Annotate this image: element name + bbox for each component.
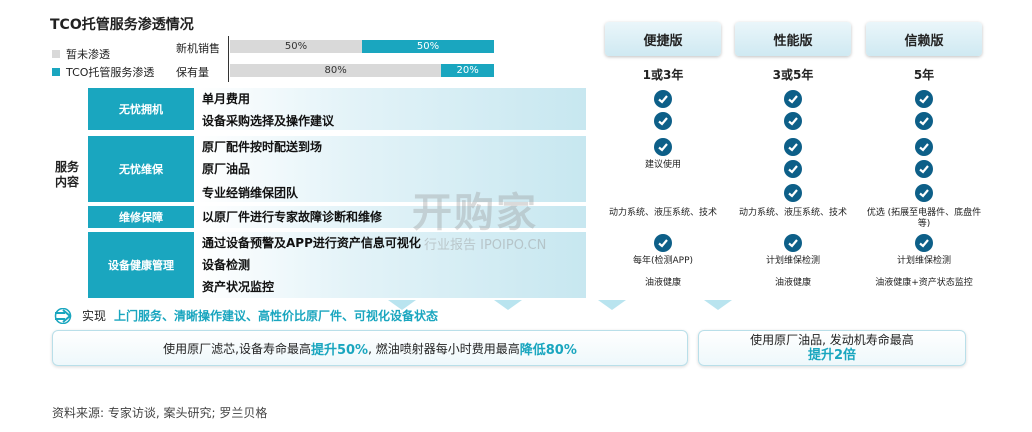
box-text: 使用原厂滤芯,设备寿命最高	[163, 341, 311, 356]
bar-category-label: 保有量	[176, 66, 209, 79]
row-label: 通过设备预警及APP进行资产信息可视化	[202, 235, 421, 250]
bar-category-label: 新机销售	[176, 42, 220, 55]
watermark-sub: 行业报告 IPOIPO.CN	[424, 238, 547, 253]
check-icon	[915, 90, 933, 108]
row-label: 资产状况监控	[202, 279, 275, 294]
realize-prefix: 实现	[82, 309, 107, 323]
tier-header: 便捷版	[605, 22, 721, 56]
check-icon	[654, 138, 672, 156]
check-icon	[784, 112, 802, 130]
check-icon	[784, 138, 802, 156]
box-highlight: 提升2倍	[807, 348, 857, 363]
bar-axis	[228, 36, 229, 82]
tier-header: 信赖版	[866, 22, 982, 56]
tier-term: 5年	[913, 68, 935, 82]
row-label: 单月费用	[202, 91, 251, 106]
box-text: 使用原厂油品, 发动机寿命最高	[750, 333, 914, 347]
check-icon	[915, 184, 933, 202]
tier-header: 性能版	[735, 22, 851, 56]
check-icon	[784, 160, 802, 178]
cell-text: 油液健康	[644, 278, 681, 288]
check-icon	[915, 138, 933, 156]
row-label: 原厂配件按时配送到场	[202, 139, 323, 154]
benefit-box-oil: 使用原厂油品, 发动机寿命最高 提升2倍	[698, 330, 966, 366]
category-cell: 设备健康管理	[88, 232, 194, 298]
row-label: 专业经销维保团队	[202, 185, 299, 200]
bar-segment: 20%	[441, 64, 494, 77]
bar-segment: 50%	[230, 40, 362, 53]
check-icon	[654, 90, 672, 108]
check-icon	[915, 112, 933, 130]
check-icon	[915, 234, 933, 252]
benefit-box-filter: 使用原厂滤芯,设备寿命最高 提升50% , 燃油喷射器每小时费用最高 降低80%	[52, 330, 688, 366]
box-text: , 燃油喷射器每小时费用最高	[368, 341, 520, 356]
legend-swatch-teal	[52, 68, 60, 76]
section-label: 服务内容	[54, 160, 79, 189]
tier-term: 1或3年	[642, 68, 684, 82]
bar-segment: 50%	[362, 40, 494, 53]
chart-title: TCO托管服务渗透情况	[50, 17, 194, 33]
tier-term: 3或5年	[772, 68, 814, 82]
cell-text: 计划维保检测	[896, 256, 951, 266]
category-cell: 无忧维保	[88, 136, 194, 202]
double-arrow-icon	[54, 307, 72, 324]
row-label: 以原厂件进行专家故障诊断和维修	[202, 209, 383, 224]
legend-label: 暂未渗透	[66, 48, 110, 61]
check-icon	[784, 234, 802, 252]
check-icon	[915, 160, 933, 178]
legend-penetrated: TCO托管服务渗透	[52, 64, 154, 80]
box-highlight: 提升50%	[310, 342, 369, 358]
row-label: 设备检测	[202, 257, 251, 272]
source-note: 资料来源: 专家访谈, 案头研究; 罗兰贝格	[52, 406, 268, 420]
cell-text: 动力系统、液压系统、技术	[738, 208, 847, 218]
watermark-text: 开购家	[412, 190, 538, 236]
cell-text: 建议使用	[644, 160, 681, 170]
legend-not-penetrated: 暂未渗透	[52, 46, 110, 62]
check-icon	[654, 112, 672, 130]
legend-label: TCO托管服务渗透	[66, 66, 155, 79]
cell-text: 计划维保检测	[765, 256, 820, 266]
realize-highlight: 上门服务、清晰操作建议、高性价比原厂件、可视化设备状态	[114, 309, 439, 323]
category-cell: 维修保障	[88, 206, 194, 228]
cell-text: 动力系统、液压系统、技术	[608, 208, 717, 218]
cell-text: 油液健康+资产状态监控	[875, 278, 973, 288]
check-icon	[784, 90, 802, 108]
cell-text: 优选 (拓展至电器件、底盘件等)	[866, 208, 982, 229]
legend-swatch-grey	[52, 50, 60, 58]
realize-line: 实现 上门服务、清晰操作建议、高性价比原厂件、可视化设备状态	[52, 307, 438, 324]
down-arrow-icon	[704, 300, 732, 310]
check-icon	[784, 184, 802, 202]
bar-segment: 80%	[230, 64, 442, 77]
cell-text: 每年(检测APP)	[632, 256, 694, 266]
watermark: 开购家	[412, 180, 538, 238]
box-highlight: 降低80%	[519, 342, 577, 358]
down-arrow-icon	[494, 300, 522, 310]
check-icon	[654, 234, 672, 252]
cell-text: 油液健康	[774, 278, 811, 288]
row-label: 原厂油品	[202, 161, 251, 176]
down-arrow-icon	[598, 300, 626, 310]
stacked-bars: 50% 50% 80% 20%	[230, 40, 494, 80]
row-label: 设备采购选择及操作建议	[202, 113, 335, 128]
category-cell: 无忧拥机	[88, 88, 194, 130]
